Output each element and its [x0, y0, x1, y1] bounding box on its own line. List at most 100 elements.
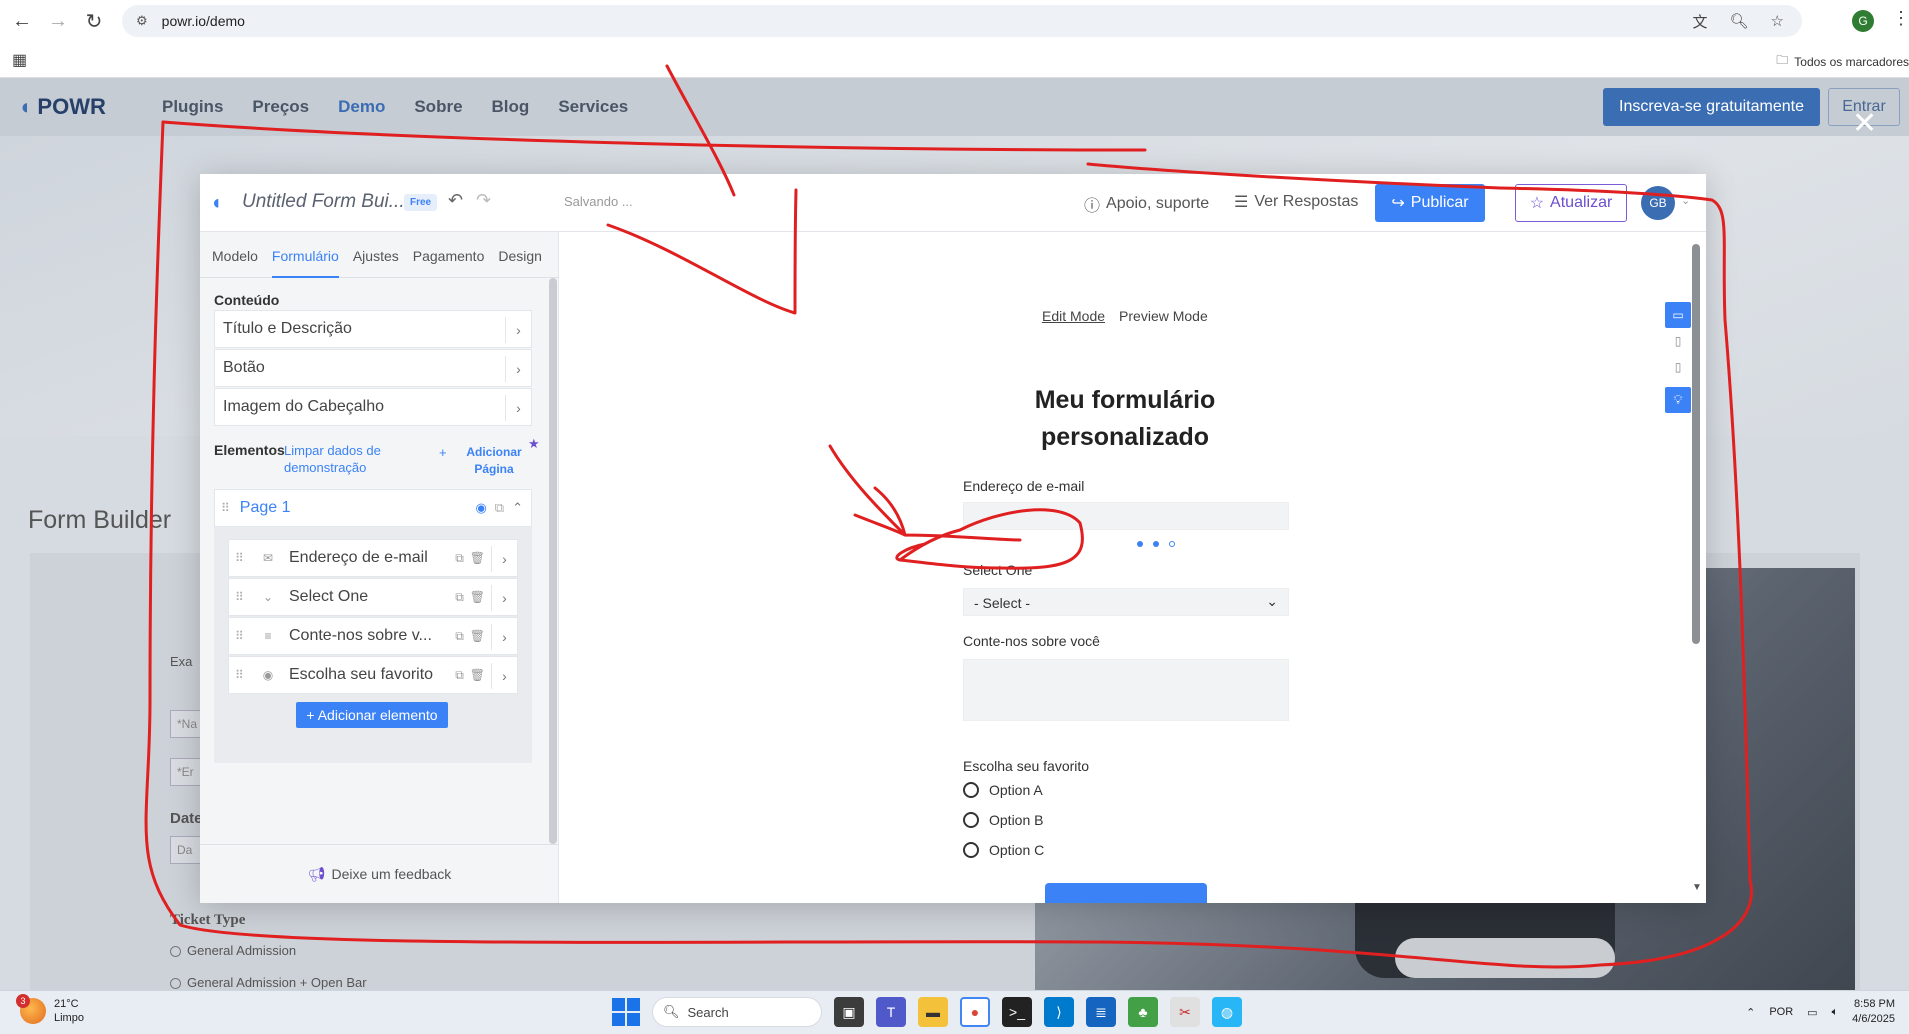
tab-form[interactable]: Formulário	[271, 232, 339, 278]
site-ticket-option-2[interactable]: General Admission + Open Bar	[170, 975, 367, 990]
redo-icon[interactable]: ↷	[476, 190, 491, 211]
clear-demo-data-link[interactable]: Limpar dados de demonstração	[284, 442, 404, 476]
tab-design[interactable]: Design	[498, 232, 542, 278]
tab-template[interactable]: Modelo	[212, 232, 258, 278]
file-explorer-icon[interactable]: ▬	[918, 997, 948, 1027]
terminal-icon[interactable]: >_	[1002, 997, 1032, 1027]
chevron-down-icon[interactable]: ⌄	[1681, 194, 1690, 207]
app-globe-icon[interactable]: ◍	[1212, 997, 1242, 1027]
element-item-email[interactable]: ⠿ ✉ Endereço de e-mail ⧉ 🗑︎ ›	[228, 539, 518, 577]
view-responses-link[interactable]: ☰ Ver Respostas	[1234, 192, 1358, 212]
copy-icon[interactable]: ⧉	[455, 551, 464, 566]
form-title[interactable]: Meu formulário personalizado	[945, 382, 1305, 456]
about-textarea[interactable]	[963, 659, 1289, 721]
apps-grid-icon[interactable]: ▦	[12, 50, 27, 70]
copy-icon[interactable]: ⧉	[455, 668, 464, 683]
drag-handle-icon[interactable]: ⠿	[235, 668, 249, 682]
mobile-icon[interactable]: ▯	[1665, 354, 1691, 380]
preview-scrollbar[interactable]	[1692, 244, 1700, 644]
close-modal-icon[interactable]: ✕	[1852, 106, 1877, 141]
zoom-icon[interactable]: 🔍︎	[1730, 12, 1749, 30]
tablet-icon[interactable]: ▯	[1665, 328, 1691, 354]
menu-services[interactable]: Services	[558, 97, 628, 117]
drag-handle-icon[interactable]: ⠿	[235, 590, 249, 604]
drag-handle-icon[interactable]: ⠿	[221, 501, 230, 515]
profile-avatar[interactable]: G	[1852, 10, 1874, 32]
sidebar-scrollbar[interactable]	[549, 278, 557, 844]
site-ticket-option-1[interactable]: General Admission	[170, 943, 296, 958]
element-item-radio[interactable]: ⠿ ◉ Escolha seu favorito ⧉ 🗑︎ ›	[228, 656, 518, 694]
menu-plugins[interactable]: Plugins	[162, 97, 223, 117]
desktop-icon[interactable]: ▭	[1665, 302, 1691, 328]
radio-option-c[interactable]: Option C	[963, 842, 1044, 858]
scroll-down-arrow-icon[interactable]: ▼	[1692, 882, 1702, 893]
chevron-up-icon[interactable]: ⌃	[1746, 1006, 1755, 1019]
app-snip-icon[interactable]: ✂	[1170, 997, 1200, 1027]
copy-icon[interactable]: ⧉	[455, 590, 464, 605]
teams-icon[interactable]: T	[876, 997, 906, 1027]
back-button[interactable]: ←	[4, 3, 40, 39]
element-item-paragraph[interactable]: ⠿ ≡ Conte-nos sobre v... ⧉ 🗑︎ ›	[228, 617, 518, 655]
volume-icon[interactable]: 🔈︎	[1832, 1006, 1839, 1019]
menu-blog[interactable]: Blog	[492, 97, 530, 117]
add-element-button[interactable]: + Adicionar elemento	[296, 702, 448, 728]
email-field[interactable]	[963, 502, 1289, 530]
add-page-button[interactable]: Adicionar Página	[464, 444, 524, 478]
trash-icon[interactable]: 🗑︎	[470, 590, 485, 605]
signup-button[interactable]: Inscreva-se gratuitamente	[1603, 88, 1820, 126]
user-avatar[interactable]: GB	[1641, 186, 1675, 220]
language-indicator[interactable]: POR	[1769, 1006, 1793, 1018]
menu-demo[interactable]: Demo	[338, 97, 385, 117]
content-item-button[interactable]: Botão ›	[214, 349, 532, 387]
reload-button[interactable]: ↻	[76, 3, 112, 39]
site-info-icon[interactable]: ⚙	[136, 13, 148, 29]
all-bookmarks-button[interactable]: 🗀 Todos os marcadores	[1776, 51, 1909, 72]
tab-payment[interactable]: Pagamento	[413, 232, 485, 278]
publish-button[interactable]: ↪ Publicar	[1375, 184, 1485, 222]
upgrade-button[interactable]: ☆ Atualizar	[1515, 184, 1627, 222]
chevron-up-icon[interactable]: ⌃	[512, 500, 523, 516]
drag-handle-icon[interactable]: ⠿	[235, 551, 249, 565]
radio-option-b[interactable]: Option B	[963, 812, 1043, 828]
edit-mode-link[interactable]: Edit Mode	[1042, 308, 1105, 324]
bookmark-star-icon[interactable]: ☆	[1771, 12, 1784, 30]
lightbulb-icon[interactable]: 💡︎	[1665, 387, 1691, 413]
app-green-icon[interactable]: ♣	[1128, 997, 1158, 1027]
menu-about[interactable]: Sobre	[414, 97, 462, 117]
trash-icon[interactable]: 🗑︎	[470, 551, 485, 566]
drag-handle-icon[interactable]: ⠿	[235, 629, 249, 643]
undo-icon[interactable]: ↶	[448, 190, 463, 211]
task-view-icon[interactable]: ▣	[834, 997, 864, 1027]
copy-icon[interactable]: ⧉	[495, 500, 504, 516]
trash-icon[interactable]: 🗑︎	[470, 668, 485, 683]
feedback-link[interactable]: 📢︎ Deixe um feedback	[200, 844, 559, 903]
eye-icon[interactable]: ◉	[475, 500, 486, 516]
windows-start-icon[interactable]	[612, 998, 640, 1026]
form-name[interactable]: Untitled Form Bui...	[242, 191, 405, 213]
forward-button[interactable]: →	[40, 3, 76, 39]
translate-icon[interactable]: 文	[1692, 11, 1707, 32]
content-item-header-image[interactable]: Imagem do Cabeçalho ›	[214, 388, 532, 426]
preview-mode-link[interactable]: Preview Mode	[1119, 308, 1208, 324]
copy-icon[interactable]: ⧉	[455, 629, 464, 644]
notepad-icon[interactable]: ≣	[1086, 997, 1116, 1027]
weather-widget[interactable]: 3 21°C Limpo	[16, 994, 84, 1025]
network-icon[interactable]: ▭	[1807, 1006, 1817, 1019]
vscode-icon[interactable]: ⟩	[1044, 997, 1074, 1027]
submit-button[interactable]	[1045, 883, 1207, 903]
browser-menu-icon[interactable]: ⋮	[1892, 8, 1909, 29]
plus-icon[interactable]: +	[439, 445, 447, 460]
help-link[interactable]: ⓘ Apoio, suporte	[1084, 192, 1209, 216]
clock[interactable]: 8:58 PM 4/6/2025	[1852, 997, 1895, 1027]
element-item-select[interactable]: ⠿ ⌄ Select One ⧉ 🗑︎ ›	[228, 578, 518, 616]
menu-pricing[interactable]: Preços	[252, 97, 309, 117]
address-bar[interactable]: ⚙ powr.io/demo 文 🔍︎ ☆	[122, 5, 1802, 37]
trash-icon[interactable]: 🗑︎	[470, 629, 485, 644]
content-item-title-description[interactable]: Título e Descrição ›	[214, 310, 532, 348]
page-header[interactable]: ⠿ Page 1 ◉ ⧉ ⌃	[214, 489, 532, 527]
taskbar-search[interactable]: 🔍︎ Search	[652, 997, 822, 1027]
radio-option-a[interactable]: Option A	[963, 782, 1043, 798]
powr-logo[interactable]: ◖ POWR	[18, 94, 106, 120]
chrome-icon[interactable]: ●	[960, 997, 990, 1027]
tab-settings[interactable]: Ajustes	[353, 232, 399, 278]
